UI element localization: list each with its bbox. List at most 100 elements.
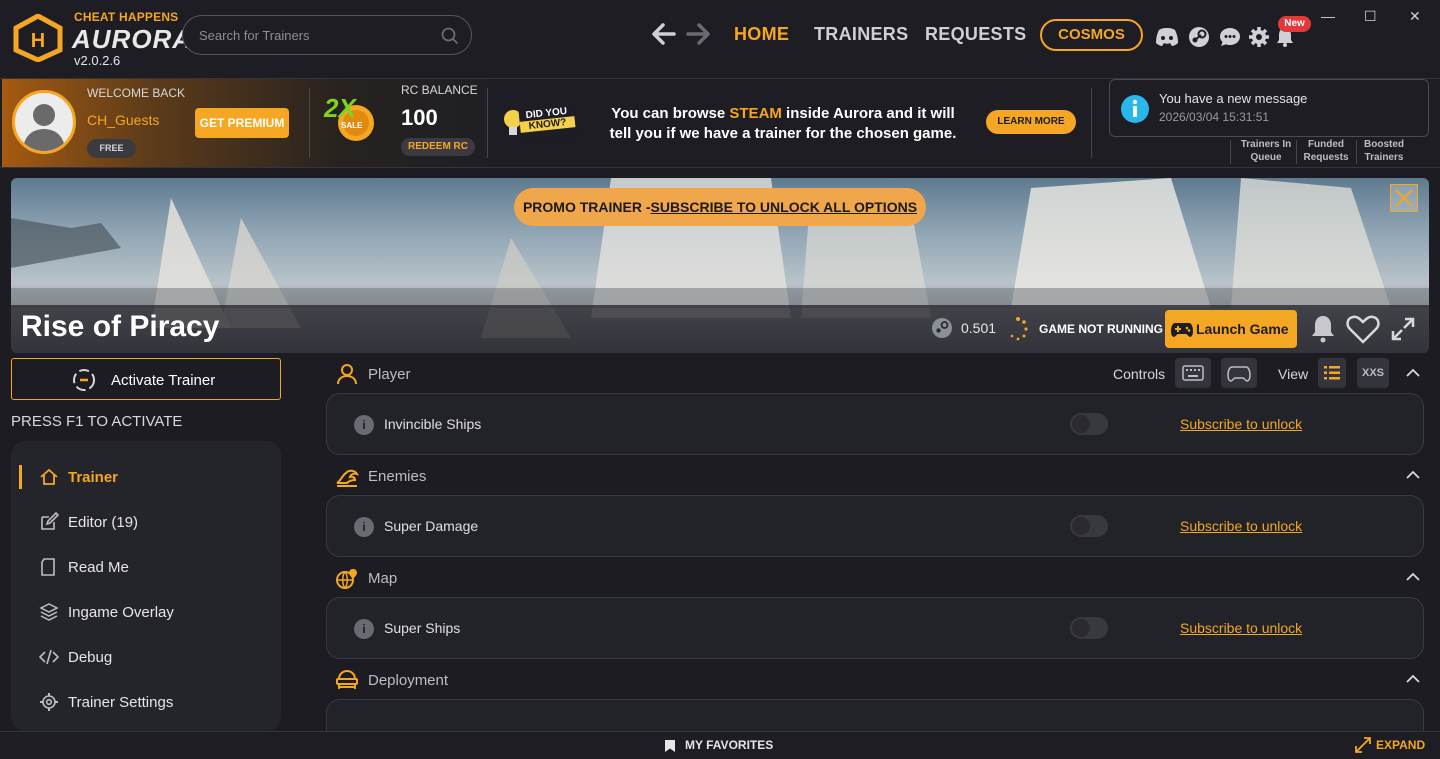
sidebar-item-trainer[interactable]: Trainer [68, 469, 118, 486]
divider [309, 88, 310, 158]
game-title: Rise of Piracy [21, 310, 220, 343]
sidebar-item-read-me[interactable]: Read Me [68, 559, 129, 576]
code-icon [39, 649, 59, 665]
fullscreen-expand-icon[interactable] [1390, 316, 1416, 342]
cosmos-button[interactable]: COSMOS [1040, 19, 1143, 51]
user-silhouette-icon [23, 104, 65, 151]
app-version: v2.0.2.6 [74, 53, 121, 68]
minimize-button[interactable]: — [1321, 8, 1335, 24]
option-toggle[interactable] [1070, 617, 1108, 639]
nav-trainers[interactable]: TRAINERS [814, 24, 908, 45]
close-window-button[interactable]: ✕ [1409, 8, 1421, 25]
settings-gear-icon[interactable] [1246, 26, 1272, 48]
chevron-up-icon[interactable] [1405, 368, 1421, 378]
option-name: Super Damage [384, 518, 479, 534]
nav-home[interactable]: HOME [734, 24, 789, 45]
edit-icon [41, 512, 59, 530]
rc-balance-value: 100 [401, 105, 438, 130]
steam-icon[interactable] [1186, 26, 1212, 48]
player-person-icon [337, 364, 357, 385]
close-icon [1395, 189, 1413, 207]
maximize-button[interactable]: ☐ [1364, 8, 1377, 25]
stat-label: Requests [1303, 152, 1349, 163]
my-favorites-button[interactable]: MY FAVORITES [685, 738, 773, 752]
gamepad-controls-button[interactable] [1221, 358, 1257, 388]
svg-text:H: H [31, 30, 45, 52]
forward-arrow-icon[interactable] [684, 20, 712, 48]
expand-button[interactable]: EXPAND [1376, 738, 1425, 752]
stat-trainers-in-queue[interactable]: Trainers In Queue [1236, 138, 1296, 164]
trainer-option-row [326, 699, 1424, 731]
message-box[interactable]: You have a new message 2026/03/04 15:31:… [1109, 79, 1429, 137]
section-title-map: Map [368, 570, 398, 587]
chevron-up-icon[interactable] [1405, 470, 1421, 480]
brand-tagline: CHEAT HAPPENS [74, 10, 179, 24]
subscribe-link[interactable]: SUBSCRIBE TO UNLOCK ALL OPTIONS [651, 199, 918, 215]
keyboard-controls-button[interactable] [1175, 358, 1211, 388]
option-toggle[interactable] [1070, 413, 1108, 435]
tip-text-post: inside Aurora and it will [781, 105, 955, 122]
promo-trainer-pill[interactable]: PROMO TRAINER -SUBSCRIBE TO UNLOCK ALL O… [514, 188, 926, 226]
sidebar-item-debug[interactable]: Debug [68, 649, 112, 666]
cheat-happens-logo-icon: H [13, 14, 63, 62]
get-premium-button[interactable]: GET PREMIUM [195, 108, 289, 138]
steam-icon [932, 318, 952, 338]
welcome-label: WELCOME BACK [87, 86, 186, 100]
avatar[interactable] [12, 90, 76, 154]
xxs-view-button[interactable]: XXS [1357, 358, 1389, 388]
option-toggle[interactable] [1070, 515, 1108, 537]
chat-icon[interactable] [1217, 26, 1243, 48]
nav-requests[interactable]: REQUESTS [925, 24, 1026, 45]
info-icon [1121, 95, 1149, 123]
list-view-button[interactable] [1318, 358, 1346, 388]
gamepad-icon [1171, 323, 1193, 337]
brand-name: AURORA [72, 24, 193, 54]
stat-label: Trainers In [1240, 139, 1292, 150]
chevron-up-icon[interactable] [1405, 674, 1421, 684]
section-title-enemies: Enemies [368, 468, 427, 485]
launch-game-label: Launch Game [1196, 321, 1289, 337]
redeem-rc-button[interactable]: REDEEM RC [401, 138, 475, 156]
sidebar-item-editor[interactable]: Editor (19) [68, 514, 138, 531]
stat-label: Trainers [1364, 152, 1404, 163]
launch-game-button[interactable]: Launch Game [1165, 310, 1297, 348]
info-icon[interactable]: i [354, 517, 374, 537]
trainer-option-row: i Super Damage Subscribe to unlock [326, 495, 1424, 557]
sidebar-item-trainer-settings[interactable]: Trainer Settings [68, 694, 173, 711]
divider [1356, 140, 1357, 164]
subscribe-to-unlock-link[interactable]: Subscribe to unlock [1180, 620, 1302, 636]
stat-label: Funded [1307, 139, 1345, 150]
chevron-up-icon[interactable] [1405, 572, 1421, 582]
sale-multiplier: 2X [324, 93, 356, 123]
info-icon[interactable]: i [354, 415, 374, 435]
steam-version: 0.501 [961, 320, 997, 336]
tip-text-highlight: STEAM [729, 105, 782, 122]
layers-icon [39, 603, 59, 621]
stat-funded-requests[interactable]: Funded Requests [1296, 138, 1356, 164]
banner-close-button[interactable] [1390, 184, 1418, 212]
press-f1-hint: PRESS F1 TO ACTIVATE [11, 413, 183, 430]
stat-boosted-trainers[interactable]: Boosted Trainers [1356, 138, 1412, 164]
deployment-icon [336, 669, 358, 689]
activate-trainer-label: Activate Trainer [111, 372, 216, 389]
option-name: Super Ships [384, 620, 461, 636]
activate-trainer-button[interactable]: Activate Trainer [11, 358, 281, 400]
divider [1091, 88, 1092, 158]
rc-balance-label: RC BALANCE [401, 83, 478, 97]
search-input[interactable]: Search for Trainers [182, 15, 472, 55]
sidebar-item-ingame-overlay[interactable]: Ingame Overlay [68, 604, 174, 621]
game-status: GAME NOT RUNNING [1039, 322, 1163, 336]
learn-more-button[interactable]: LEARN MORE [986, 110, 1076, 134]
search-icon[interactable] [441, 27, 459, 45]
info-icon[interactable]: i [354, 619, 374, 639]
discord-icon[interactable] [1154, 26, 1180, 48]
bell-notify-icon[interactable] [1307, 313, 1339, 345]
divider [1296, 140, 1297, 164]
subscribe-to-unlock-link[interactable]: Subscribe to unlock [1180, 518, 1302, 534]
subscribe-to-unlock-link[interactable]: Subscribe to unlock [1180, 416, 1302, 432]
divider [487, 88, 488, 158]
favorite-heart-icon[interactable] [1346, 313, 1380, 345]
section-title-player: Player [368, 366, 411, 383]
username[interactable]: CH_Guests [87, 112, 159, 128]
back-arrow-icon[interactable] [650, 20, 678, 48]
